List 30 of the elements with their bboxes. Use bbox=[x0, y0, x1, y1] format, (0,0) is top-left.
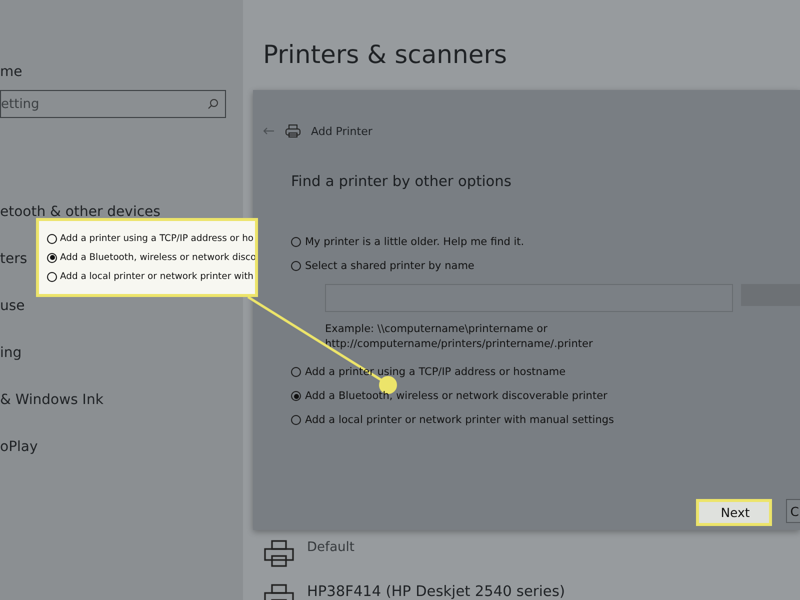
printer-icon bbox=[263, 540, 295, 568]
search-icon bbox=[207, 98, 219, 110]
sidebar-item[interactable]: ters bbox=[0, 249, 28, 269]
radio-icon[interactable] bbox=[291, 391, 301, 401]
radio-option[interactable]: Select a shared printer by name bbox=[291, 260, 800, 272]
sidebar-item[interactable]: etooth & other devices bbox=[0, 202, 160, 222]
radio-option[interactable]: My printer is a little older. Help me find it. bbox=[291, 236, 800, 248]
radio-icon[interactable] bbox=[291, 237, 301, 247]
sidebar-item[interactable]: oPlay bbox=[0, 437, 38, 457]
radio-icon[interactable] bbox=[291, 261, 301, 271]
radio-option: Add a printer using a TCP/IP address or ho bbox=[47, 233, 255, 244]
sidebar-item[interactable]: & Windows Ink bbox=[0, 390, 104, 410]
page-title: Printers & scanners bbox=[263, 40, 508, 69]
printer-status: Default bbox=[307, 540, 354, 555]
radio-icon[interactable] bbox=[291, 367, 301, 377]
radio-option: Add a local printer or network printer with bbox=[47, 271, 255, 282]
dialog-title: Add Printer bbox=[311, 124, 372, 138]
sidebar-item[interactable]: me bbox=[0, 64, 243, 80]
next-button[interactable]: Next bbox=[696, 499, 772, 526]
sidebar-item[interactable]: use bbox=[0, 296, 25, 316]
radio-option[interactable]: Add a local printer or network printer with manual settings bbox=[291, 414, 800, 426]
search-field[interactable]: etting bbox=[0, 90, 226, 118]
cancel-button[interactable]: C bbox=[786, 499, 800, 523]
sidebar-item[interactable]: ing bbox=[0, 343, 22, 363]
example-text: Example: \\computername\printername or http://computername/printers/printername/.printer bbox=[325, 322, 594, 352]
radio-icon[interactable] bbox=[291, 415, 301, 425]
dialog-heading: Find a printer by other options bbox=[291, 174, 512, 190]
printer-icon bbox=[285, 124, 301, 138]
printer-name[interactable]: HP38F414 (HP Deskjet 2540 series) bbox=[307, 584, 566, 600]
radio-option[interactable]: Add a Bluetooth, wireless or network discoverable printer bbox=[291, 390, 800, 402]
